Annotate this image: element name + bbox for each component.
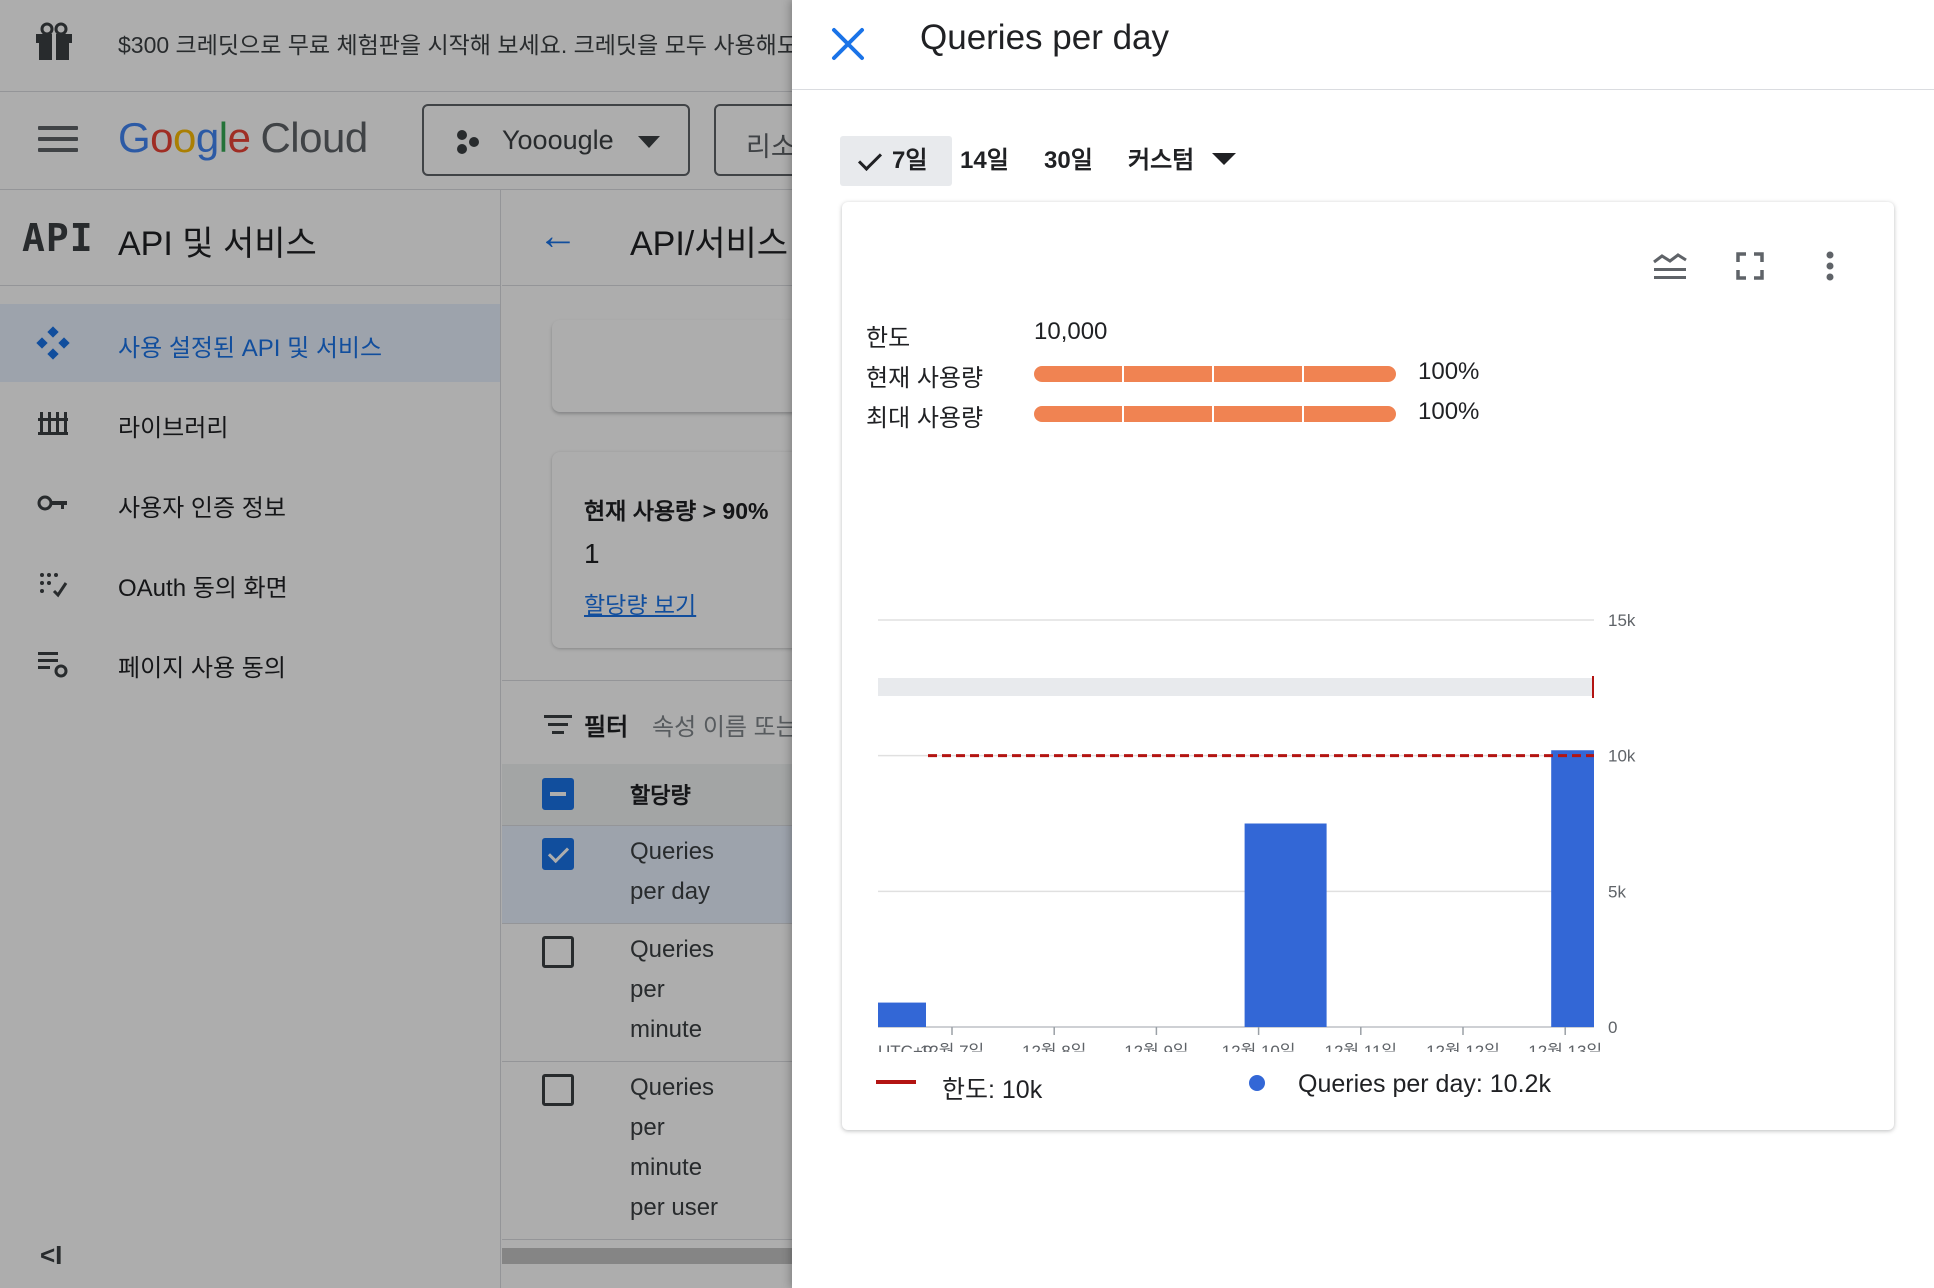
chevron-down-icon bbox=[1212, 153, 1237, 165]
current-usage-bar bbox=[1034, 366, 1396, 382]
y-tick-label: 15k bbox=[1608, 611, 1636, 630]
limit-value: 10,000 bbox=[1034, 318, 1108, 345]
max-usage-percent: 100% bbox=[1418, 398, 1480, 425]
tab-14-days[interactable]: 14일 bbox=[960, 136, 1009, 186]
x-tick-label: 12월 8일 bbox=[1022, 1042, 1086, 1052]
tab-7-days[interactable]: 7일 bbox=[840, 136, 952, 186]
legend-toggle-icon[interactable] bbox=[1650, 246, 1690, 286]
check-icon bbox=[857, 146, 883, 172]
range-overview-bar bbox=[878, 678, 1594, 696]
close-icon[interactable] bbox=[822, 18, 874, 70]
x-tick-label: 12월 11일 bbox=[1325, 1042, 1398, 1052]
series-legend: Queries per day: 10.2k bbox=[1298, 1070, 1551, 1098]
limit-legend: 한도: 10k bbox=[942, 1076, 1043, 1104]
current-usage-label: 현재 사용량 bbox=[866, 365, 984, 392]
limit-legend-line bbox=[876, 1080, 916, 1084]
tab-30-days[interactable]: 30일 bbox=[1044, 136, 1093, 186]
bar-1 bbox=[878, 1002, 926, 1027]
bar-3 bbox=[1551, 750, 1594, 1027]
limit-label: 한도 bbox=[866, 325, 911, 352]
current-usage-percent: 100% bbox=[1418, 358, 1480, 385]
usage-chart[interactable]: 05k10k15kUTC+912월 7일 12월 8일 12월 9일 12월 10일 1… bbox=[842, 452, 1894, 1052]
quota-detail-panel: Queries per day 7일 14일 30일 커스텀 한도 10,000… bbox=[792, 0, 1934, 1288]
y-tick-label: 10k bbox=[1608, 747, 1636, 766]
max-usage-label: 최대 사용량 bbox=[866, 405, 984, 432]
more-vert-icon[interactable] bbox=[1810, 246, 1850, 286]
chart-card: 한도 10,000 현재 사용량 100% 최대 사용량 100% 0 5k 10k… bbox=[842, 202, 1894, 1130]
fullscreen-icon[interactable] bbox=[1730, 246, 1770, 286]
y-tick-label: 5k bbox=[1608, 882, 1626, 901]
x-tick-label: 12월 7일 bbox=[920, 1042, 984, 1052]
panel-header: Queries per day bbox=[792, 0, 1934, 90]
max-usage-bar bbox=[1034, 406, 1396, 422]
x-tick-label: 12월 10일 bbox=[1222, 1042, 1296, 1052]
modal-scrim[interactable] bbox=[0, 0, 792, 1288]
x-tick-label: 12월 12일 bbox=[1426, 1042, 1500, 1052]
x-tick-label: 12월 13일 bbox=[1528, 1042, 1602, 1052]
tab-custom[interactable]: 커스텀 bbox=[1128, 136, 1237, 186]
series-legend-dot bbox=[1249, 1075, 1265, 1091]
y-tick-label: 0 bbox=[1608, 1018, 1617, 1037]
bar-2 bbox=[1244, 823, 1327, 1027]
range-overview-marker bbox=[1592, 676, 1594, 698]
x-tick-label: 12월 9일 bbox=[1124, 1042, 1188, 1052]
panel-title: Queries per day bbox=[920, 18, 1170, 57]
